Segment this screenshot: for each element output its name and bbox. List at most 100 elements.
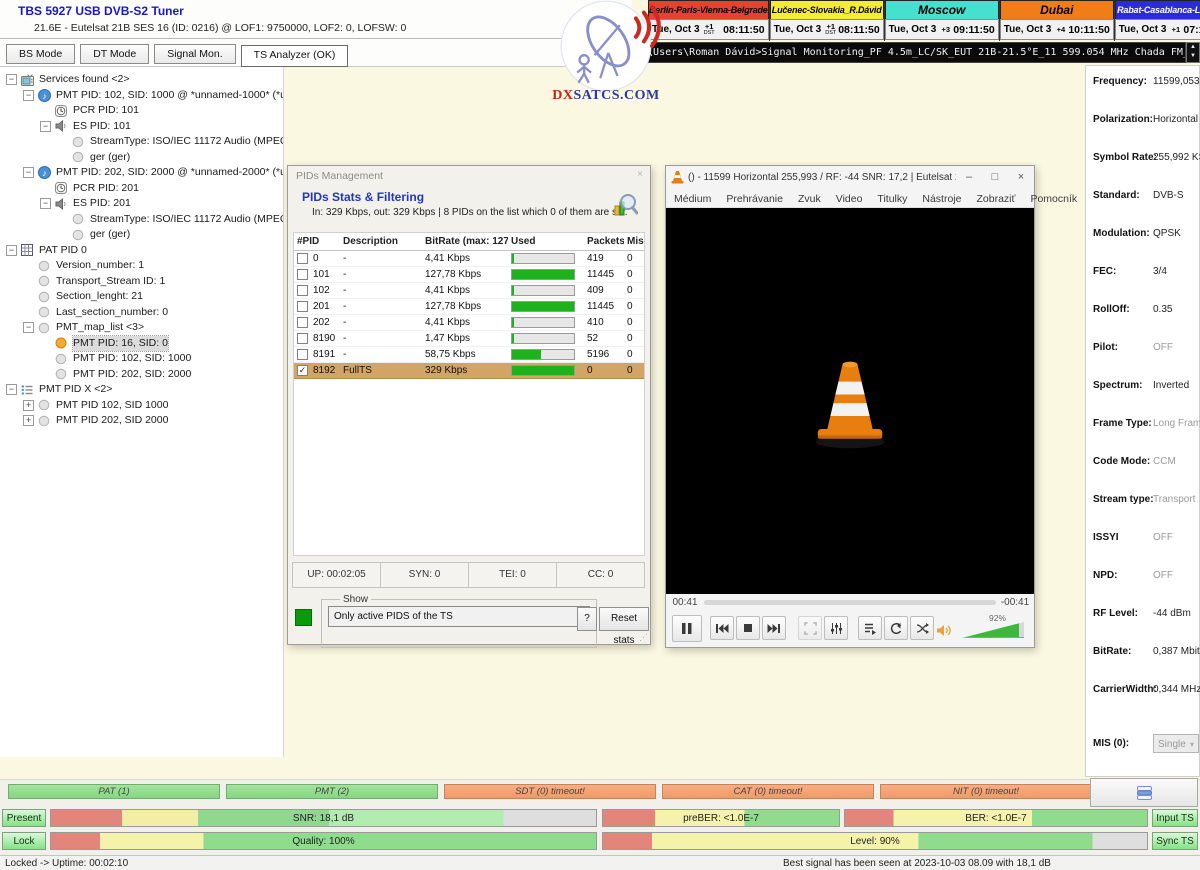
menu-titulky[interactable]: Titulky [877,193,907,205]
pids-window-titlebar[interactable]: PIDs Management [288,166,650,186]
next-button[interactable] [762,616,786,640]
resize-grip-icon[interactable]: ⋰ [639,632,648,643]
vlc-titlebar[interactable]: () - 11599 Horizontal 255,993 / RF: -44 … [666,166,1034,188]
console-command-bar[interactable]: C:\Users\Roman Dávid>Signal Monitoring_P… [630,42,1186,63]
tree-item[interactable]: +PMT PID 202, SID 2000 [0,413,283,429]
menu-pomocn-k[interactable]: Pomocník [1030,193,1077,205]
close-icon[interactable]: × [1008,171,1034,183]
tree-item[interactable]: Last_section_number: 0 [0,305,283,321]
row-checkbox[interactable] [297,317,308,328]
tree-item[interactable]: −♪PMT PID: 202, SID: 2000 @ *unnamed-200… [0,165,283,181]
tree-item[interactable]: −PAT PID 0 [0,243,283,259]
menu-prehr-vanie[interactable]: Prehrávanie [726,193,783,205]
database-button[interactable] [1090,778,1198,807]
collapse-icon[interactable]: − [40,198,51,209]
reset-stats-button[interactable]: Reset stats [599,607,649,631]
table-row[interactable]: 202-4,41 Kbps4100 [294,315,644,331]
expand-icon[interactable]: + [23,400,34,411]
minimize-icon[interactable]: – [956,171,982,183]
row-checkbox[interactable] [297,269,308,280]
vlc-video-area[interactable] [666,208,1034,594]
column-header-missing[interactable]: Missing [624,233,644,250]
table-row[interactable]: 8191-58,75 Kbps51960 [294,347,644,363]
tree-item[interactable]: PMT PID: 202, SID: 2000 [0,367,283,383]
tree-item[interactable]: Version_number: 1 [0,258,283,274]
collapse-icon[interactable]: − [6,384,17,395]
tree-item[interactable]: +PMT PID 102, SID 1000 [0,398,283,414]
tree-item[interactable]: Section_lenght: 21 [0,289,283,305]
menu-m-dium[interactable]: Médium [674,193,711,205]
tab-ts-analyzer-ok[interactable]: TS Analyzer (OK) [241,45,349,67]
stop-button[interactable] [736,616,760,640]
row-checkbox[interactable] [297,349,308,360]
column-header-used[interactable]: Used [508,233,584,250]
equalizer-button[interactable] [824,616,848,640]
playlist-button[interactable] [858,616,882,640]
tree-item[interactable]: PCR PID: 101 [0,103,283,119]
loop-button[interactable] [884,616,908,640]
volume-slider[interactable] [962,622,1024,638]
tree-item[interactable]: PMT PID: 16, SID: 0 [0,336,283,352]
close-icon[interactable]: × [634,169,646,181]
tree-item[interactable]: Transport_Stream ID: 1 [0,274,283,290]
table-row[interactable]: 0-4,41 Kbps4190 [294,251,644,267]
present-button[interactable]: Present [2,809,46,827]
row-checkbox[interactable] [297,333,308,344]
help-button[interactable]: ? [577,607,597,631]
tab-bs-mode[interactable]: BS Mode [6,44,75,64]
tree-item[interactable]: PMT PID: 102, SID: 1000 [0,351,283,367]
collapse-icon[interactable]: − [23,167,34,178]
column-header-description[interactable]: Description [340,233,422,250]
table-row[interactable]: 201-127,78 Kbps114450 [294,299,644,315]
column-header-bitrate-max-[interactable]: BitRate (max: 127,78 Kb... [422,233,508,250]
scroll-up-icon[interactable]: ▲ [1187,43,1199,52]
tree-item[interactable]: −Services found <2> [0,72,283,88]
tree-item[interactable]: −ES PID: 201 [0,196,283,212]
collapse-icon[interactable]: − [23,90,34,101]
show-filter-select[interactable]: Only active PIDS of the TS ▾ [328,606,590,627]
tree-item[interactable]: PCR PID: 201 [0,181,283,197]
tab-signal-mon[interactable]: Signal Mon. [154,44,235,64]
lock-button[interactable]: Lock [2,832,46,850]
tree-item[interactable]: −ES PID: 101 [0,119,283,135]
tree-item[interactable]: StreamType: ISO/IEC 11172 Audio (MPEG-1)… [0,212,283,228]
mis-select[interactable]: Single ▾ [1153,734,1199,753]
console-scrollbar[interactable]: ▲ ▼ [1186,42,1200,63]
collapse-icon[interactable]: − [6,245,17,256]
menu-zvuk[interactable]: Zvuk [798,193,821,205]
pause-button[interactable] [672,615,702,642]
collapse-icon[interactable]: − [23,322,34,333]
tree-item[interactable]: ger (ger) [0,227,283,243]
fullscreen-button[interactable] [798,616,822,640]
menu-zobrazi[interactable]: Zobraziť [976,193,1015,205]
tree-item[interactable]: ger (ger) [0,150,283,166]
menu-video[interactable]: Video [836,193,863,205]
tab-dt-mode[interactable]: DT Mode [80,44,149,64]
menu-n-stroje[interactable]: Nástroje [922,193,961,205]
expand-icon[interactable]: + [23,415,34,426]
collapse-icon[interactable]: − [6,74,17,85]
tree-item[interactable]: −♪PMT PID: 102, SID: 1000 @ *unnamed-100… [0,88,283,104]
seek-bar[interactable] [704,600,996,605]
table-row[interactable]: 101-127,78 Kbps114450 [294,267,644,283]
clock-city-label: Lučenec-Slovakia_R.Dávid [770,0,884,19]
previous-button[interactable] [710,616,734,640]
collapse-icon[interactable]: − [40,121,51,132]
tree-item[interactable]: −PMT_map_list <3> [0,320,283,336]
column-header-packets[interactable]: Packets [584,233,624,250]
table-row[interactable]: 8190-1,47 Kbps520 [294,331,644,347]
row-checkbox[interactable] [297,285,308,296]
input-ts-button[interactable]: Input TS [1152,809,1198,827]
table-row[interactable]: 102-4,41 Kbps4090 [294,283,644,299]
row-checkbox[interactable]: ✓ [297,365,308,376]
sync-ts-button[interactable]: Sync TS [1152,832,1198,850]
table-row[interactable]: ✓8192FullTS329 Kbps00 [294,363,644,379]
pid-cell: 202 [294,315,340,330]
row-checkbox[interactable] [297,253,308,264]
tree-item[interactable]: StreamType: ISO/IEC 11172 Audio (MPEG-1)… [0,134,283,150]
tree-item[interactable]: −PMT PID X <2> [0,382,283,398]
scroll-down-icon[interactable]: ▼ [1187,52,1199,61]
row-checkbox[interactable] [297,301,308,312]
column-header-pid[interactable]: #PID [294,233,340,250]
maximize-icon[interactable]: □ [982,171,1008,183]
